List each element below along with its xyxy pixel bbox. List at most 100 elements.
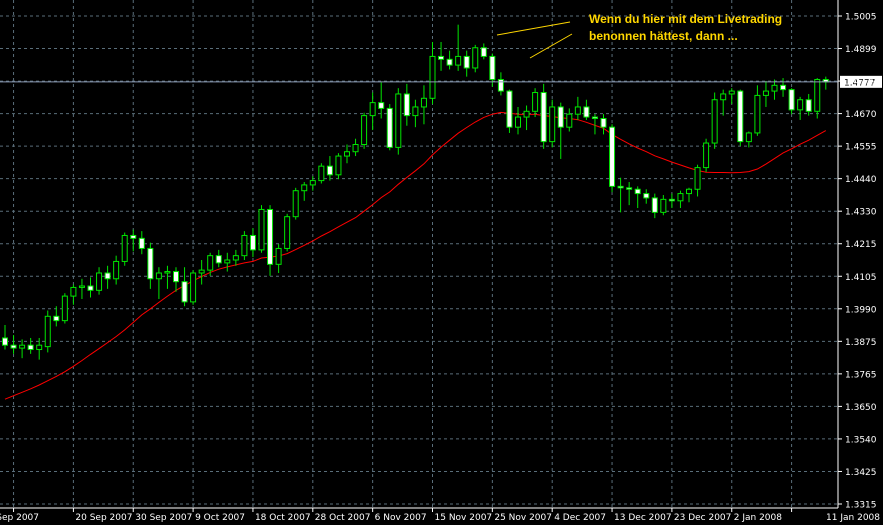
candle — [788, 88, 795, 115]
candle-body — [78, 285, 85, 288]
candle-body — [352, 143, 359, 153]
candle-body — [754, 94, 761, 134]
candle-body — [617, 185, 624, 189]
date-tick-label: 20 Sep 2007 — [75, 513, 132, 523]
candle-body — [70, 286, 77, 297]
candle-body — [207, 255, 214, 271]
candle — [609, 124, 616, 193]
candle — [61, 293, 68, 324]
candle-body — [96, 272, 103, 291]
price-tick-label: 1.3765 — [845, 370, 877, 380]
price-tick-label: 1.5005 — [845, 13, 877, 23]
candle-body — [591, 116, 598, 120]
candle-body — [292, 190, 299, 218]
candle-body — [540, 92, 547, 143]
candle-body — [378, 102, 385, 109]
candle-body — [241, 234, 248, 257]
candle-body — [446, 58, 453, 66]
date-tick-label: 4 Dec 2007 — [554, 513, 606, 523]
candle-body — [711, 99, 718, 144]
candle-body — [515, 116, 521, 128]
candle — [703, 138, 710, 172]
candle-body — [130, 234, 137, 239]
candle-body — [686, 188, 692, 195]
candle-body — [694, 167, 701, 190]
candle-body — [609, 126, 616, 187]
candle-body — [309, 180, 316, 186]
candle-body — [549, 106, 556, 143]
candle-body — [318, 165, 325, 182]
candle — [506, 89, 513, 133]
annotation-text-line: Wenn du hier mit dem Livetrading — [589, 12, 782, 26]
date-tick-label: 11 Sep 2007 — [0, 513, 39, 523]
date-tick-label: 18 Oct 2007 — [255, 513, 311, 523]
candle-body — [267, 208, 274, 265]
candle-body — [258, 208, 265, 251]
candle — [395, 88, 402, 155]
candle-body — [27, 344, 34, 351]
candle-body — [361, 115, 368, 145]
candle-body — [532, 92, 539, 112]
candle-body — [275, 247, 282, 265]
candle-body — [87, 285, 94, 291]
candle-body — [164, 271, 171, 274]
candle-body — [677, 193, 684, 202]
candle-body — [523, 110, 530, 118]
candle-body — [600, 118, 607, 128]
candle — [44, 310, 51, 353]
candle-body — [771, 84, 778, 92]
candle-body — [626, 187, 633, 190]
date-tick-label: 2 Jan 2008 — [734, 513, 782, 523]
candle-body — [412, 106, 419, 117]
price-tick-label: 1.3315 — [845, 501, 877, 511]
date-tick-label: 23 Dec 2007 — [674, 513, 732, 523]
candle — [549, 99, 556, 148]
candle-body — [386, 107, 393, 148]
candle-body — [181, 281, 188, 303]
candle-body — [814, 79, 821, 112]
candle-body — [10, 344, 17, 349]
candle-body — [190, 272, 197, 303]
candle — [258, 205, 265, 253]
candle-body — [147, 247, 154, 280]
candle-body — [36, 344, 43, 351]
date-tick-label: 15 Nov 2007 — [435, 513, 493, 523]
candle — [335, 153, 342, 180]
candle-body — [53, 315, 60, 322]
price-tick-label: 1.4899 — [845, 45, 877, 55]
candle-body — [797, 99, 804, 111]
candle — [284, 213, 291, 252]
candle-body — [215, 255, 222, 264]
price-tick-label: 1.3875 — [845, 338, 877, 348]
candle-body — [643, 193, 650, 199]
price-tick-label: 1.4670 — [845, 110, 877, 120]
date-tick-label: 13 Dec 2007 — [614, 513, 672, 523]
candle-body — [429, 55, 436, 99]
candle-body — [472, 47, 479, 69]
price-tick-label: 1.4105 — [845, 273, 877, 283]
candle-body — [155, 272, 162, 280]
candle-body — [703, 142, 710, 169]
price-tick-label: 1.4440 — [845, 175, 877, 185]
candle-body — [173, 271, 179, 283]
candle-body — [788, 89, 795, 111]
price-tick-label: 1.3990 — [845, 305, 877, 315]
candle-body — [745, 132, 752, 143]
candle-body — [138, 237, 145, 249]
candle-body — [232, 255, 239, 261]
date-tick-label: 30 Sep 2007 — [135, 513, 192, 523]
candle — [737, 89, 744, 146]
candle-body — [438, 55, 445, 60]
forex-candlestick-chart: 1.4777 Wenn du hier mit dem Livetradingb… — [0, 0, 883, 525]
price-tick-label: 1.4779 — [845, 78, 877, 88]
candle-body — [728, 90, 735, 95]
candle-body — [249, 234, 256, 251]
candle — [472, 44, 479, 73]
candle-body — [113, 260, 120, 280]
candle-body — [720, 93, 727, 101]
candle — [540, 83, 547, 149]
chart-background — [0, 0, 883, 525]
candle-body — [2, 337, 8, 346]
candle-body — [369, 102, 376, 117]
candle — [190, 270, 197, 305]
